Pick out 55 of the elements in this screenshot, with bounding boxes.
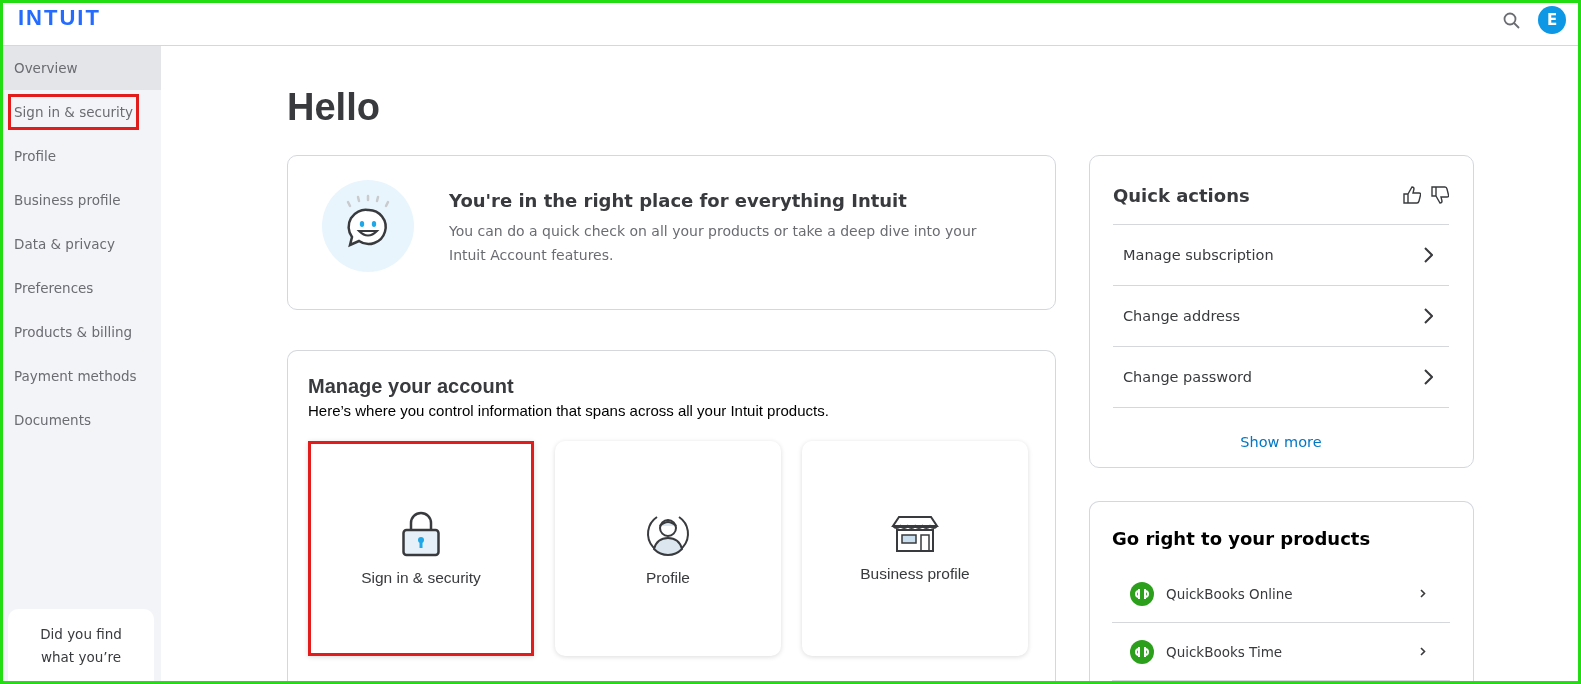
chevron-right-icon	[1423, 247, 1433, 263]
chevron-right-icon	[1423, 308, 1433, 324]
sidebar-item-label: Preferences	[13, 279, 95, 298]
sidebar-item[interactable]: Preferences	[3, 266, 161, 310]
sidebar-item[interactable]: Products & billing	[3, 310, 161, 354]
sidebar-item-label: Products & billing	[13, 323, 134, 342]
quick-action-item[interactable]: Manage subscription	[1113, 224, 1449, 285]
section-subtitle: Here’s where you control information that spans across all your Intuit products.	[308, 402, 830, 419]
show-more-link[interactable]: Show more	[1240, 434, 1322, 450]
sidebar-item-label: Payment methods	[13, 367, 138, 386]
sidebar-item[interactable]: Profile	[3, 134, 161, 178]
sidebar-item-label: Data & privacy	[13, 235, 116, 254]
quick-action-item[interactable]: Change address	[1113, 285, 1449, 346]
thumbs-up-icon[interactable]	[1403, 186, 1421, 204]
sidebar-item[interactable]: Payment methods	[3, 354, 161, 398]
card-title: Quick actions	[1113, 184, 1251, 206]
banner-text: You can do a quick check on all your products or take a deep dive into your Intuit Account features.	[449, 222, 978, 265]
storefront-icon	[891, 514, 939, 553]
sidebar-item[interactable]: Overview	[3, 46, 161, 90]
sidebar-item[interactable]: Data & privacy	[3, 222, 161, 266]
avatar[interactable]: E	[1538, 6, 1566, 34]
quick-action-label: Change password	[1123, 369, 1253, 385]
chevron-right-icon	[1420, 647, 1426, 656]
logo[interactable]: INTUIT	[18, 5, 101, 31]
chevron-right-icon	[1420, 589, 1426, 598]
product-item[interactable]: QuickBooks Time	[1112, 623, 1450, 681]
quick-action-label: Manage subscription	[1123, 247, 1275, 263]
quickbooks-logo-icon	[1130, 581, 1154, 606]
quickbooks-logo-icon	[1130, 639, 1154, 664]
account-tile[interactable]: Sign in & security	[308, 441, 534, 656]
account-tile[interactable]: Profile	[555, 441, 781, 656]
sidebar-item[interactable]: Documents	[3, 398, 161, 442]
quick-action-item[interactable]: Change password	[1113, 346, 1449, 407]
sidebar-item[interactable]: Sign in & security	[3, 90, 161, 134]
product-label: QuickBooks Time	[1166, 643, 1284, 660]
banner-title: You're in the right place for everything Intuit	[449, 190, 908, 211]
feedback-card: Did you find what you’re	[8, 609, 154, 681]
page-title: Hello	[287, 85, 381, 130]
sidebar-item-label: Documents	[13, 411, 92, 430]
sidebar-item-label: Profile	[13, 147, 57, 166]
sidebar-item[interactable]: Business profile	[3, 178, 161, 222]
thumbs-down-icon[interactable]	[1431, 186, 1449, 204]
sidebar-item-label: Overview	[13, 59, 79, 78]
product-label: QuickBooks Online	[1166, 585, 1294, 602]
search-icon[interactable]	[1503, 11, 1520, 29]
smiling-speech-bubble-icon	[322, 180, 414, 272]
padlock-icon	[402, 510, 440, 557]
section-title: Manage your account	[308, 375, 515, 398]
account-tile[interactable]: Business profile	[802, 441, 1028, 656]
product-item[interactable]: QuickBooks Online	[1112, 565, 1450, 623]
quick-action-label: Change address	[1123, 308, 1242, 324]
sidebar-item-label: Business profile	[13, 191, 122, 210]
sidebar-item-label: Sign in & security	[8, 94, 140, 130]
card-title: Go right to your products	[1112, 528, 1372, 549]
chevron-right-icon	[1423, 369, 1433, 385]
